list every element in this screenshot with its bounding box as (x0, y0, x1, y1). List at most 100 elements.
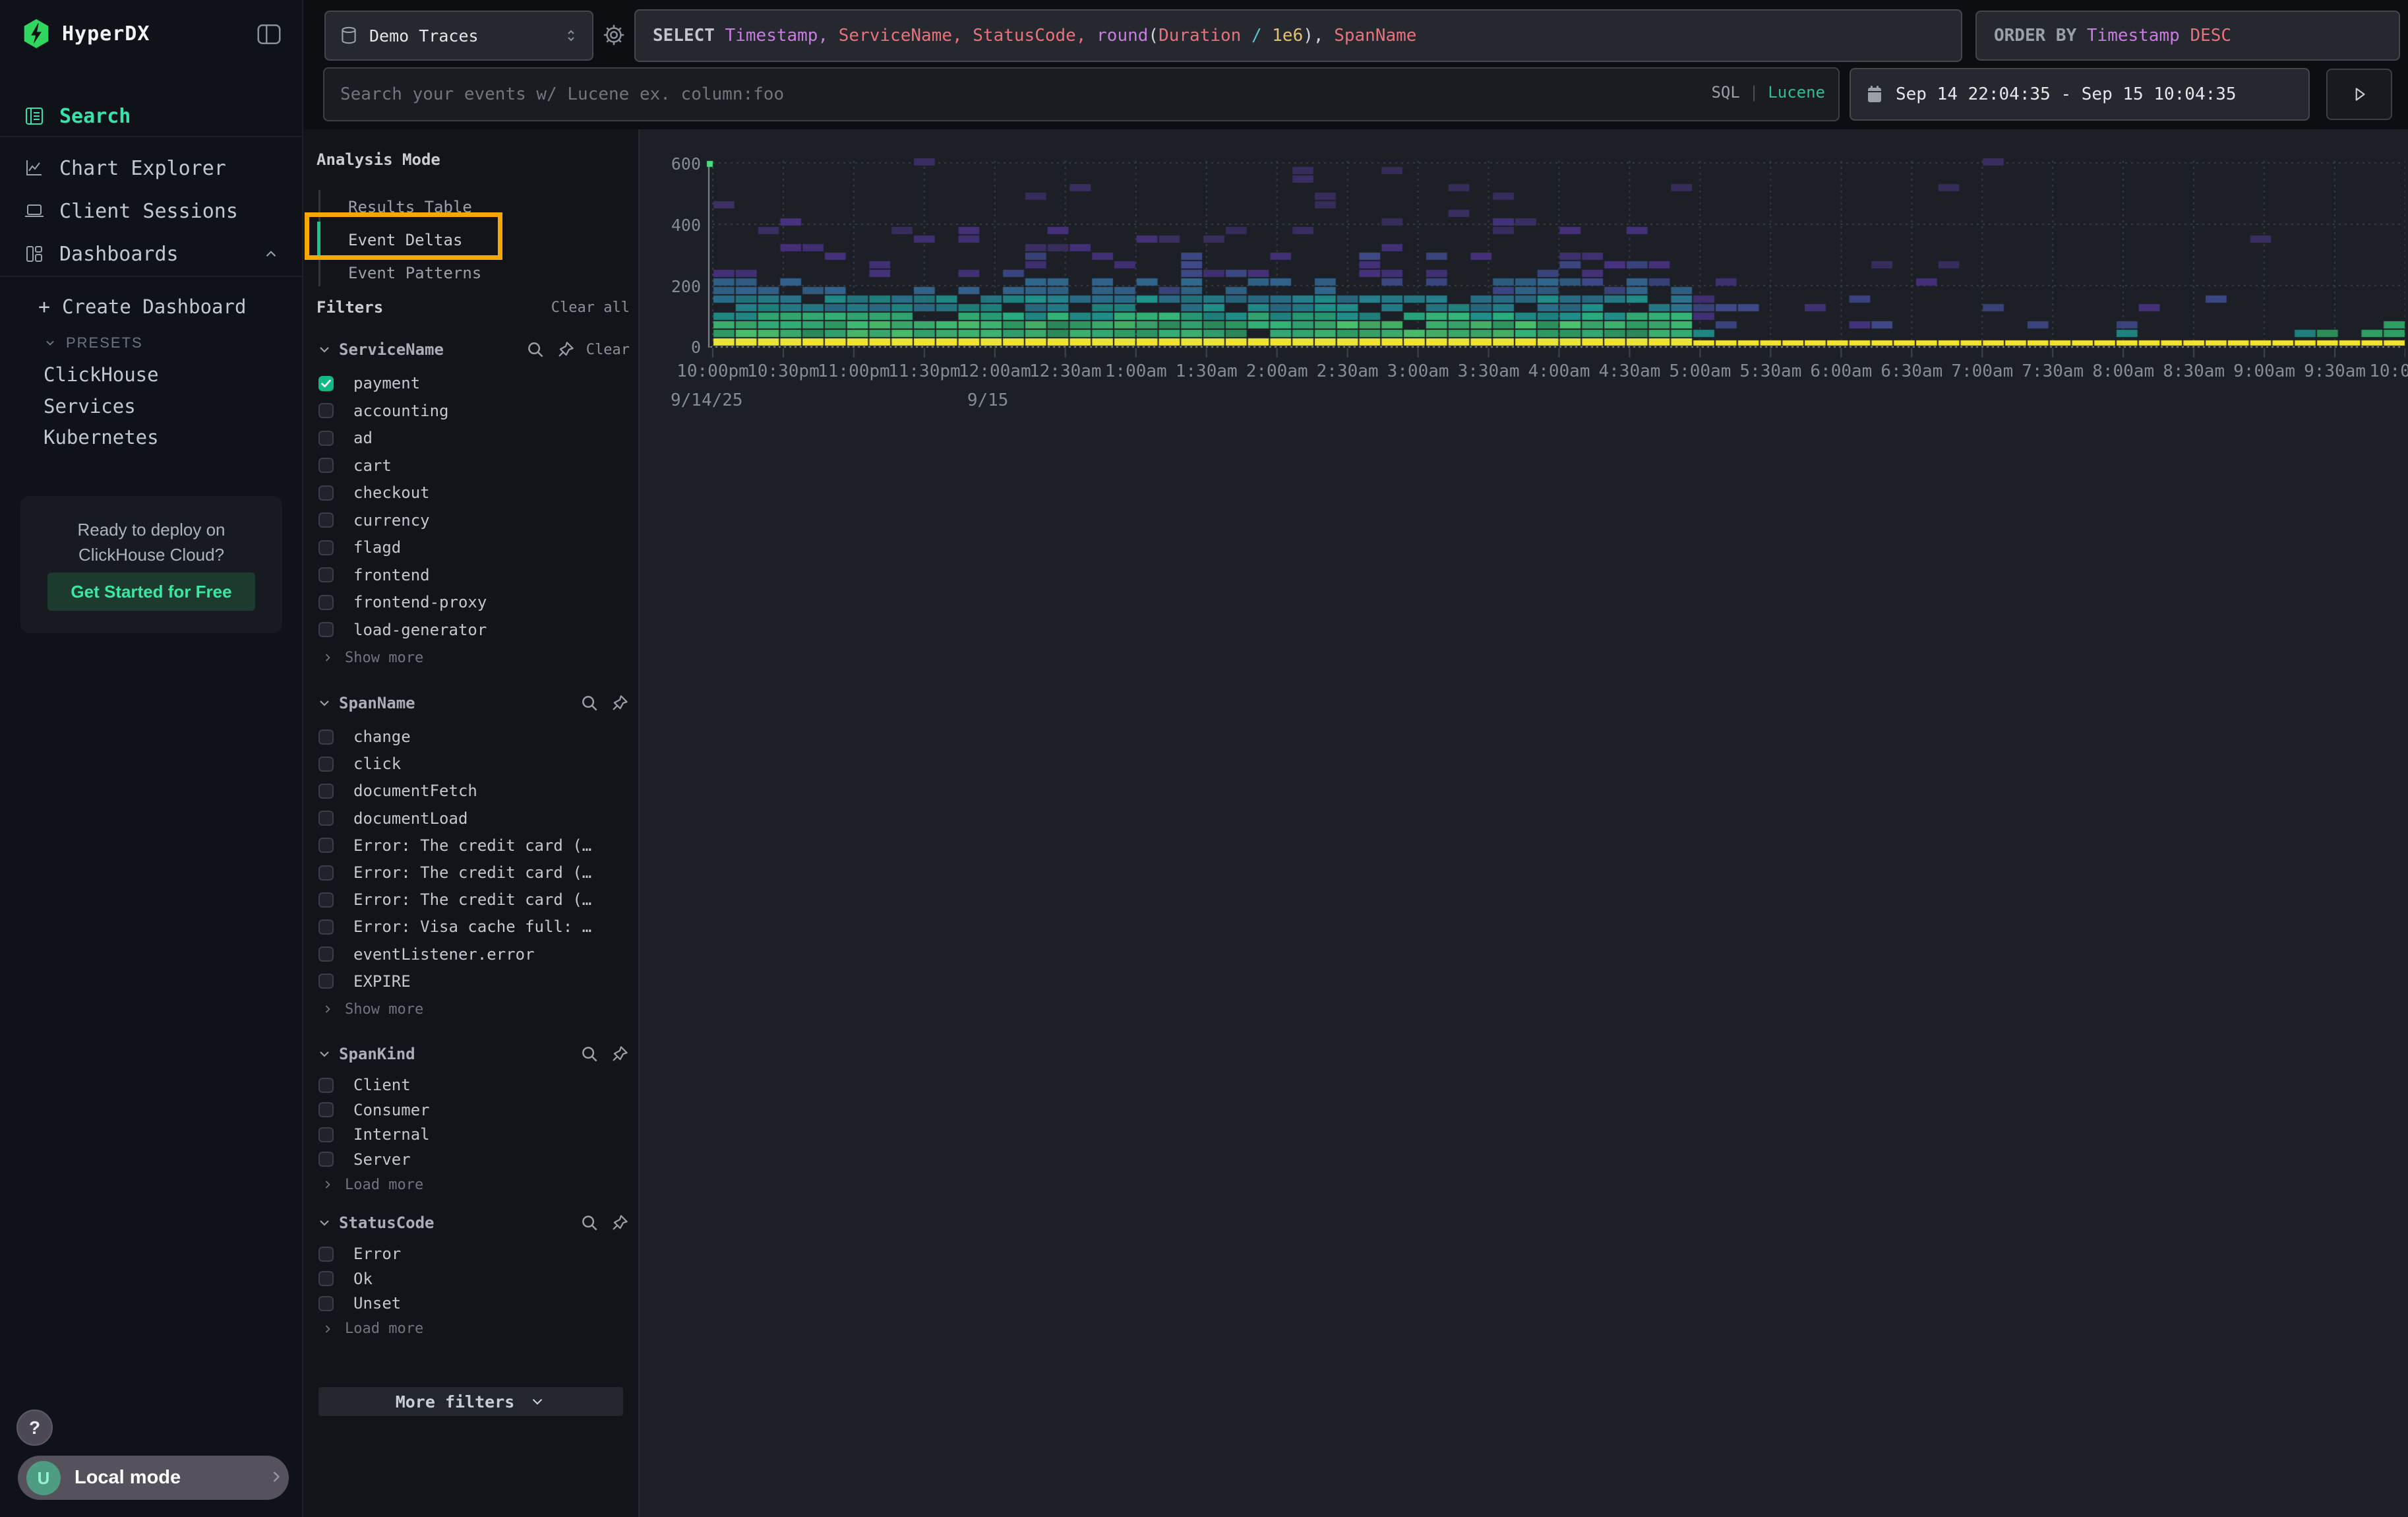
checkbox-unchecked[interactable] (318, 512, 334, 528)
analysis-mode-option-results-table[interactable]: Results Table (348, 193, 472, 222)
clear-all-button[interactable]: Clear all (316, 299, 630, 316)
sidebar-preset-kubernetes[interactable]: Kubernetes (0, 422, 302, 452)
chevron-down-icon[interactable] (316, 342, 332, 357)
filter-show-more-button[interactable]: Show more (321, 647, 423, 668)
data-source-select[interactable]: Demo Traces (324, 11, 593, 61)
checkbox-unchecked[interactable] (318, 838, 334, 853)
filter-checkbox-item[interactable]: frontend (318, 564, 622, 586)
analysis-mode-option-event-deltas[interactable]: Event Deltas (348, 226, 462, 255)
checkbox-unchecked[interactable] (318, 729, 334, 745)
checkbox-unchecked[interactable] (318, 974, 334, 989)
time-range-picker[interactable]: Sep 14 22:04:35 - Sep 15 10:04:35 (1850, 68, 2310, 121)
filter-section-name[interactable]: SpanName (339, 694, 415, 712)
filter-checkbox-item[interactable]: Error: Visa cache full: … (318, 915, 622, 938)
filter-checkbox-item[interactable]: currency (318, 509, 622, 532)
search-icon[interactable] (526, 340, 545, 359)
filter-checkbox-item[interactable]: eventListener.error (318, 943, 622, 966)
filter-checkbox-item[interactable]: Ok (318, 1268, 622, 1290)
checkbox-unchecked[interactable] (318, 892, 334, 908)
checkbox-unchecked[interactable] (318, 1152, 334, 1167)
checkbox-unchecked[interactable] (318, 622, 334, 637)
filter-checkbox-item[interactable]: checkout (318, 481, 622, 504)
filter-checkbox-item[interactable]: payment (318, 372, 622, 394)
analysis-mode-option-event-patterns[interactable]: Event Patterns (348, 259, 481, 288)
checkbox-unchecked[interactable] (318, 919, 334, 935)
lang-lucene-option[interactable]: Lucene (1768, 83, 1825, 102)
checkbox-unchecked[interactable] (318, 1271, 334, 1286)
checkbox-unchecked[interactable] (318, 540, 334, 555)
search-input[interactable] (323, 67, 1840, 121)
pin-icon[interactable] (610, 1044, 630, 1064)
sidebar-item-search[interactable]: Search (0, 99, 302, 133)
user-menu-pill[interactable]: U Local mode (18, 1456, 289, 1500)
gear-icon[interactable] (601, 22, 626, 47)
filter-checkbox-item[interactable]: click (318, 753, 622, 775)
more-filters-button[interactable]: More filters (318, 1387, 623, 1416)
query-language-toggle[interactable]: SQL | Lucene (1711, 83, 1825, 102)
checkbox-unchecked[interactable] (318, 757, 334, 772)
filter-checkbox-item[interactable]: documentLoad (318, 807, 622, 830)
filter-section-name[interactable]: StatusCode (339, 1214, 435, 1232)
checkbox-unchecked[interactable] (318, 567, 334, 582)
filter-checkbox-item[interactable]: EXPIRE (318, 970, 622, 993)
checkbox-unchecked[interactable] (318, 485, 334, 501)
sidebar-item-dashboards[interactable]: Dashboards (0, 237, 302, 271)
filter-checkbox-item[interactable]: frontend-proxy (318, 591, 622, 613)
filter-checkbox-item[interactable]: ad (318, 427, 622, 449)
sql-select-editor[interactable]: SELECT Timestamp, ServiceName, StatusCod… (634, 9, 1962, 62)
checkbox-unchecked[interactable] (318, 1102, 334, 1117)
search-icon[interactable] (580, 1213, 599, 1233)
checkbox-unchecked[interactable] (318, 1247, 334, 1262)
checkbox-unchecked[interactable] (318, 431, 334, 446)
order-by-editor[interactable]: ORDER BY Timestamp DESC (1975, 11, 2400, 61)
filter-checkbox-item[interactable]: Server (318, 1148, 622, 1171)
filter-checkbox-item[interactable]: Client (318, 1074, 622, 1096)
create-dashboard-button[interactable]: + Create Dashboard (0, 292, 302, 322)
filter-checkbox-item[interactable]: change (318, 726, 622, 748)
checkbox-unchecked[interactable] (318, 811, 334, 826)
sidebar-preset-clickhouse[interactable]: ClickHouse (0, 359, 302, 390)
presets-group-toggle[interactable]: PRESETS (0, 328, 302, 358)
lang-sql-option[interactable]: SQL (1711, 83, 1739, 102)
help-button[interactable]: ? (16, 1409, 53, 1446)
search-icon[interactable] (580, 1044, 599, 1064)
filter-checkbox-item[interactable]: documentFetch (318, 780, 622, 802)
filter-checkbox-item[interactable]: accounting (318, 400, 622, 422)
checkbox-unchecked[interactable] (318, 784, 334, 799)
filter-show-more-button[interactable]: Show more (321, 999, 423, 1020)
event-deltas-heatmap-chart[interactable] (706, 158, 2405, 361)
chevron-down-icon[interactable] (316, 1215, 332, 1231)
sidebar-preset-services[interactable]: Services (0, 391, 302, 421)
sidebar-item-client-sessions[interactable]: Client Sessions (0, 194, 302, 228)
filter-load-more-button[interactable]: Load more (321, 1174, 423, 1195)
filter-checkbox-item[interactable]: Unset (318, 1292, 622, 1315)
checkbox-unchecked[interactable] (318, 1296, 334, 1311)
filter-checkbox-item[interactable]: Error: The credit card (… (318, 861, 622, 884)
clear-section-button[interactable]: Clear (586, 342, 630, 358)
checkbox-unchecked[interactable] (318, 1127, 334, 1142)
checkbox-unchecked[interactable] (318, 403, 334, 418)
chevron-down-icon[interactable] (316, 1046, 332, 1062)
filter-load-more-button[interactable]: Load more (321, 1318, 423, 1340)
chevron-down-icon[interactable] (316, 695, 332, 711)
filter-checkbox-item[interactable]: Internal (318, 1123, 622, 1146)
filter-checkbox-item[interactable]: flagd (318, 536, 622, 559)
filter-checkbox-item[interactable]: cart (318, 454, 622, 477)
filter-checkbox-item[interactable]: Consumer (318, 1099, 622, 1121)
sidebar-item-chart-explorer[interactable]: Chart Explorer (0, 151, 302, 185)
checkbox-checked[interactable] (318, 376, 334, 391)
filter-section-name[interactable]: ServiceName (339, 340, 444, 359)
pin-icon[interactable] (556, 340, 576, 359)
pin-icon[interactable] (610, 693, 630, 713)
filter-checkbox-item[interactable]: Error: The credit card (… (318, 834, 622, 857)
run-query-button[interactable] (2326, 69, 2392, 120)
get-started-button[interactable]: Get Started for Free (47, 573, 255, 611)
filter-checkbox-item[interactable]: load-generator (318, 619, 622, 641)
sidebar-collapse-icon[interactable] (256, 21, 282, 47)
checkbox-unchecked[interactable] (318, 1078, 334, 1093)
checkbox-unchecked[interactable] (318, 946, 334, 962)
filter-checkbox-item[interactable]: Error: The credit card (… (318, 888, 622, 911)
checkbox-unchecked[interactable] (318, 865, 334, 881)
filter-checkbox-item[interactable]: Error (318, 1243, 622, 1265)
checkbox-unchecked[interactable] (318, 595, 334, 610)
